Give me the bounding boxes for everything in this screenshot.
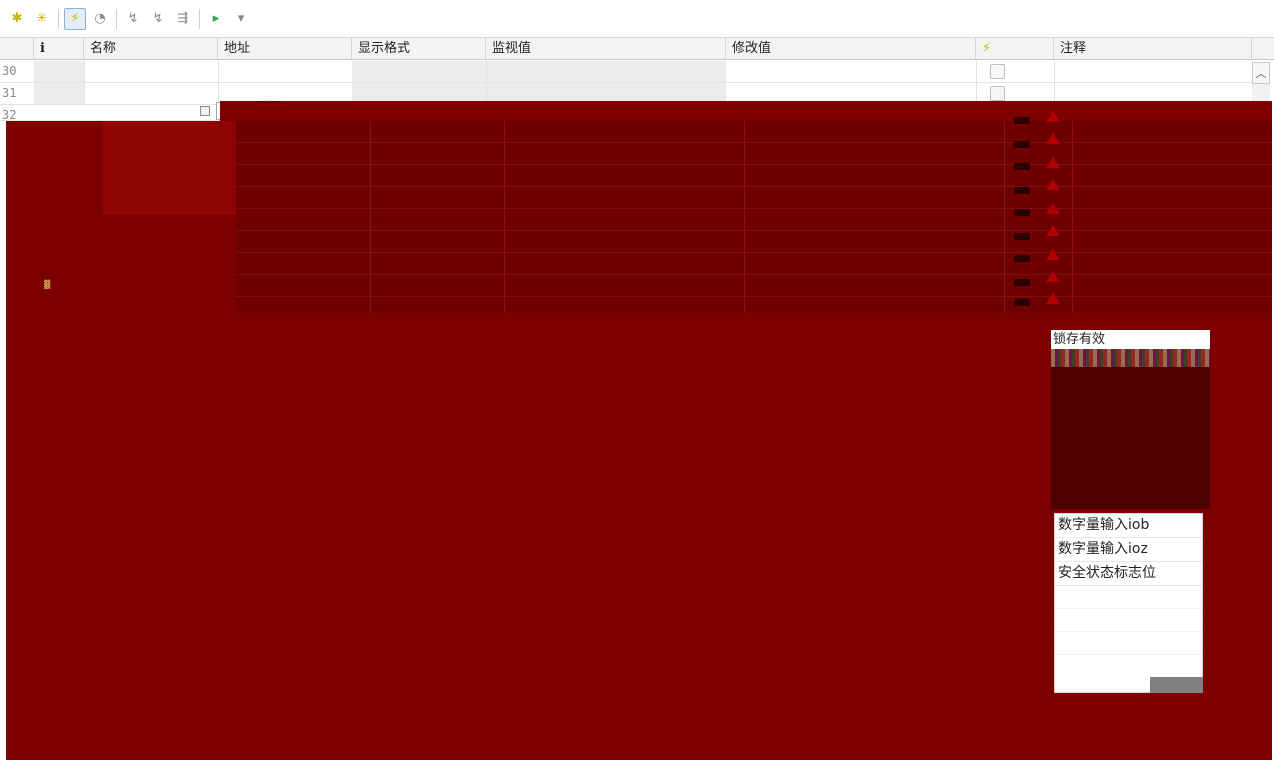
divider <box>218 83 219 104</box>
force-status-icon <box>1014 209 1030 216</box>
toolbar: ✱ ✳ ⚡ ◔ ↯ ↯ ⇶ ▸ ▾ <box>0 0 1274 38</box>
warning-icon <box>1046 249 1060 260</box>
address-picker-icon[interactable] <box>200 106 210 116</box>
divider <box>1054 61 1055 82</box>
header-modify-flag-icon[interactable]: ⚡ <box>976 38 1054 59</box>
overlay-table-rows <box>236 121 1272 313</box>
toolbar-separator <box>58 8 59 29</box>
force-status-icon <box>1014 117 1030 124</box>
list-item[interactable]: 安全状态标志位 <box>1055 562 1202 586</box>
force-status-icon <box>1014 163 1030 170</box>
row-number: 32 <box>2 108 17 121</box>
overlay-region <box>440 101 1272 123</box>
divider <box>84 83 85 104</box>
toolbar-separator <box>199 8 200 29</box>
force-status-icon <box>1014 141 1030 148</box>
force-status-icon <box>1014 187 1030 194</box>
popup-comment-header: 锁存有效 <box>1051 330 1210 349</box>
scrollbar-track[interactable] <box>1252 84 1270 101</box>
modify-checkbox[interactable] <box>990 64 1005 79</box>
force-status-icon <box>1014 279 1030 286</box>
toolbar-separator <box>116 8 117 29</box>
info-cell <box>34 61 84 82</box>
overlay-divider <box>504 121 505 313</box>
header-comment[interactable]: 注释 <box>1054 38 1252 59</box>
expanded-mode-icon[interactable]: ◔ <box>89 8 111 30</box>
divider <box>976 61 977 82</box>
header-info[interactable]: i <box>34 38 84 59</box>
header-address[interactable]: 地址 <box>218 38 352 59</box>
force-status-icon <box>1014 299 1030 306</box>
divider <box>84 61 85 82</box>
monitor-all-icon[interactable]: ▸ <box>205 8 227 30</box>
warning-icon <box>1046 111 1060 122</box>
table-header: i 名称 地址 显示格式 监视值 修改值 ⚡ 注释 <box>0 38 1274 60</box>
overlay-divider <box>370 121 371 313</box>
warning-icon <box>1046 179 1060 190</box>
info-cell <box>34 83 84 104</box>
overlay-divider <box>744 121 745 313</box>
popup-comment-body <box>1051 349 1210 509</box>
overlay-region <box>220 101 442 121</box>
comment-suggestion-list: 数字量输入iob 数字量输入ioz 安全状态标志位 <box>1054 513 1203 693</box>
header-name[interactable]: 名称 <box>84 38 218 59</box>
warning-icon <box>1046 225 1060 236</box>
list-item[interactable]: 数字量输入ioz <box>1055 538 1202 562</box>
warning-icon <box>1046 293 1060 304</box>
warning-icon <box>1046 203 1060 214</box>
list-item[interactable]: 数字量输入iob <box>1055 514 1202 538</box>
header-monitor-value[interactable]: 监视值 <box>486 38 726 59</box>
divider <box>486 61 487 82</box>
force-status-icon <box>1014 233 1030 240</box>
header-modify-value[interactable]: 修改值 <box>726 38 976 59</box>
row-number: 31 <box>2 86 17 100</box>
show-force-columns-icon[interactable]: ⚡ <box>64 7 86 30</box>
overlay-divider <box>1072 121 1073 313</box>
row-number: 30 <box>2 64 17 78</box>
table-row[interactable]: 30 <box>0 61 1252 83</box>
list-item[interactable] <box>1055 632 1202 655</box>
render-artifact: ▓ <box>44 280 50 289</box>
header-display-format[interactable]: 显示格式 <box>352 38 486 59</box>
insert-row-icon[interactable]: ✱ <box>6 8 28 30</box>
list-footer-bar <box>1150 677 1203 693</box>
enable-peripheral-outputs-icon[interactable]: ⇶ <box>172 8 194 30</box>
warning-icon <box>1046 271 1060 282</box>
monitor-now-icon[interactable]: ▾ <box>230 8 252 30</box>
add-row-icon[interactable]: ✳ <box>31 8 53 30</box>
force-status-icon <box>1014 255 1030 262</box>
divider <box>218 61 219 82</box>
monitor-cell <box>352 61 726 82</box>
modify-checkbox[interactable] <box>990 86 1005 101</box>
list-item[interactable] <box>1055 586 1202 609</box>
warning-icon <box>1046 157 1060 168</box>
modify-with-trigger-icon[interactable]: ↯ <box>147 8 169 30</box>
render-artifact <box>1051 349 1210 367</box>
scroll-up-button[interactable]: ︿ <box>1252 62 1270 84</box>
list-item[interactable] <box>1055 609 1202 632</box>
overlay-divider <box>1004 121 1005 313</box>
modify-now-icon[interactable]: ↯ <box>122 8 144 30</box>
overlay-block <box>102 121 236 215</box>
header-row-number <box>0 38 34 59</box>
warning-icon <box>1046 133 1060 144</box>
